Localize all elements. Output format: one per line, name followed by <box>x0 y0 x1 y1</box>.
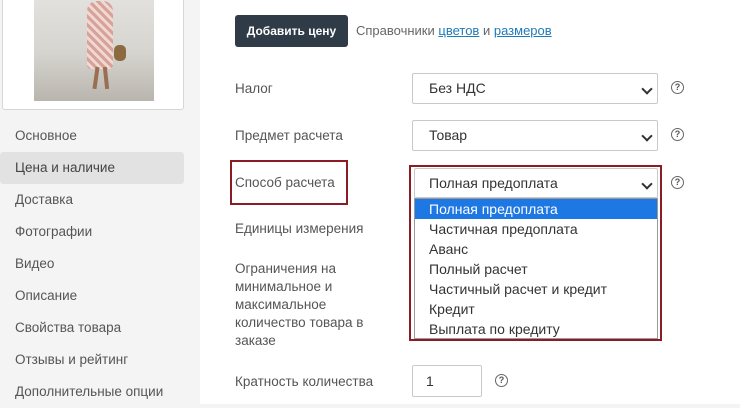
sidebar-item-video[interactable]: Видео <box>0 248 184 280</box>
method-label: Способ расчета <box>235 175 335 190</box>
method-option[interactable]: Частичный расчет и кредит <box>415 279 657 299</box>
product-photo[interactable] <box>34 0 154 101</box>
sizes-link[interactable]: размеров <box>494 23 552 38</box>
sidebar-nav: Основное Цена и наличие Доставка Фотогра… <box>0 120 184 408</box>
photo-bag-shape <box>114 45 126 61</box>
tax-select-value: Без НДС <box>429 80 486 96</box>
method-select[interactable]: Полная предоплата <box>414 168 658 198</box>
chevron-down-icon <box>641 130 653 142</box>
sidebar-item-delivery[interactable]: Доставка <box>0 184 184 216</box>
tax-label: Налог <box>235 81 273 96</box>
photo-leg-shape <box>92 66 100 90</box>
subject-label: Предмет расчета <box>235 128 343 143</box>
chevron-down-icon <box>641 83 653 95</box>
sidebar-item-description[interactable]: Описание <box>0 280 184 312</box>
method-option[interactable]: Выплата по кредиту <box>415 319 657 339</box>
limits-label: Ограничения на минимальное и максимально… <box>235 261 364 348</box>
method-option[interactable]: Полный расчет <box>415 259 657 279</box>
question-circle-icon[interactable]: ? <box>671 176 684 189</box>
sidebar: Основное Цена и наличие Доставка Фотогра… <box>0 0 200 404</box>
method-select-value: Полная предоплата <box>429 175 558 191</box>
subject-select[interactable]: Товар <box>412 120 658 151</box>
units-label: Единицы измерения <box>235 221 364 236</box>
tax-select[interactable]: Без НДС <box>412 73 658 104</box>
question-circle-icon[interactable]: ? <box>671 128 684 141</box>
sidebar-item-options[interactable]: Дополнительные опции <box>0 376 184 408</box>
multiplicity-input[interactable] <box>412 365 482 397</box>
method-option[interactable]: Частичная предоплата <box>415 219 657 239</box>
sidebar-item-reviews[interactable]: Отзывы и рейтинг <box>0 344 184 376</box>
method-dropdown-list: Полная предоплата Частичная предоплата А… <box>414 198 658 339</box>
method-option[interactable]: Кредит <box>415 299 657 319</box>
colors-link[interactable]: цветов <box>438 23 479 38</box>
sidebar-item-price[interactable]: Цена и наличие <box>0 152 184 184</box>
question-circle-icon[interactable]: ? <box>671 81 684 94</box>
photo-dress-shape <box>87 1 113 69</box>
subject-select-value: Товар <box>429 127 468 143</box>
sidebar-item-properties[interactable]: Свойства товара <box>0 312 184 344</box>
method-option[interactable]: Полная предоплата <box>415 199 657 219</box>
references-text: Справочники цветов и размеров <box>356 23 552 38</box>
sidebar-item-photos[interactable]: Фотографии <box>0 216 184 248</box>
chevron-down-icon <box>641 178 653 190</box>
references-prefix: Справочники <box>356 23 435 38</box>
add-price-button[interactable]: Добавить цену <box>235 15 348 47</box>
photo-leg-shape <box>102 66 110 90</box>
references-and: и <box>482 23 491 38</box>
method-option[interactable]: Аванс <box>415 239 657 259</box>
product-thumbnail-card <box>2 0 184 110</box>
multiplicity-label: Кратность количества <box>235 374 374 389</box>
sidebar-item-main[interactable]: Основное <box>0 120 184 152</box>
main-panel: Добавить цену Справочники цветов и разме… <box>200 0 740 404</box>
question-circle-icon[interactable]: ? <box>495 374 508 387</box>
